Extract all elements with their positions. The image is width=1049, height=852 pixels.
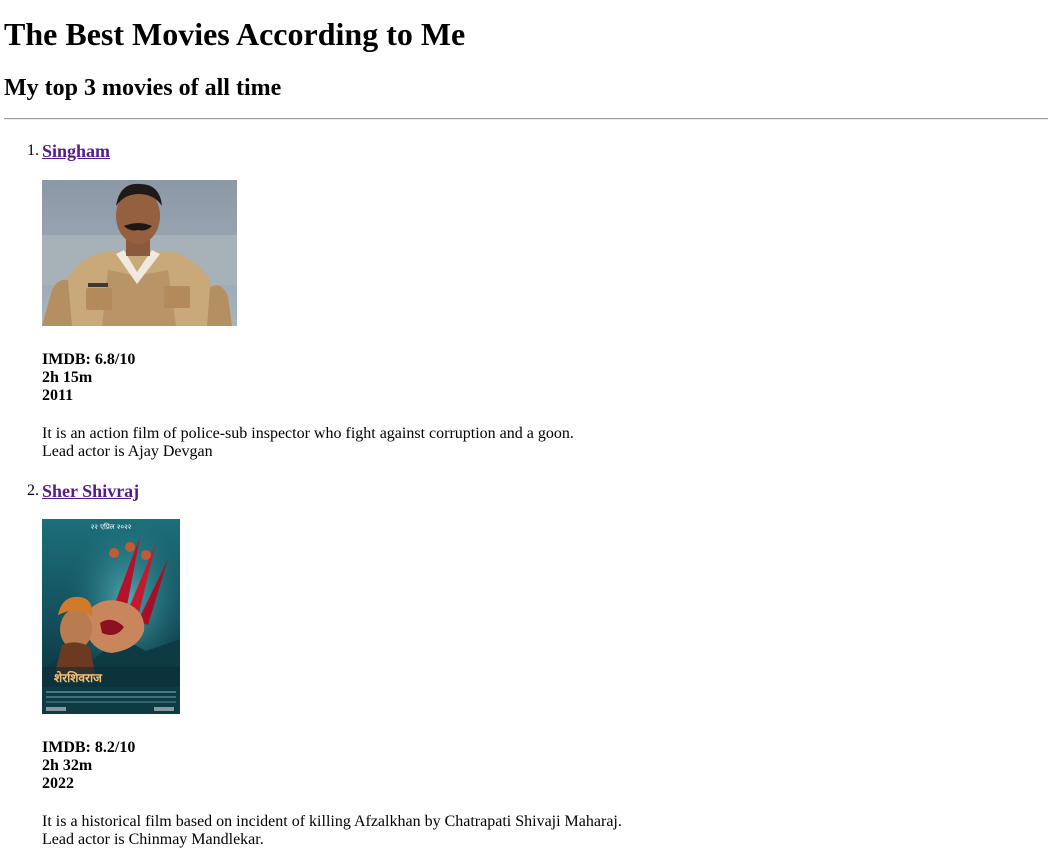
list-number: 1. bbox=[27, 142, 39, 159]
movie-year: 2011 bbox=[42, 387, 74, 404]
movie-imdb-rating: IMDB: 8.2/10 bbox=[42, 739, 136, 756]
movie-description: It is a historical film based on inciden… bbox=[42, 813, 622, 830]
divider bbox=[4, 118, 1048, 120]
movie-poster-sher-shivraj: २२ एप्रिल २०२२ शेरशिवराज bbox=[42, 519, 180, 714]
page: The Best Movies According to Me My top 3… bbox=[0, 0, 1049, 852]
movie-lead-actor: Lead actor is Chinmay Mandlekar. bbox=[42, 831, 264, 848]
movie-title-link-singham[interactable]: Singham bbox=[42, 140, 110, 162]
movie-imdb-rating: IMDB: 6.8/10 bbox=[42, 351, 136, 368]
movie-duration: 2h 32m bbox=[42, 757, 93, 774]
movie-image-singham bbox=[42, 180, 237, 326]
movie-title-link-sher-shivraj[interactable]: Sher Shivraj bbox=[42, 480, 139, 502]
movie-lead-actor: Lead actor is Ajay Devgan bbox=[42, 443, 213, 460]
page-title: The Best Movies According to Me bbox=[4, 16, 466, 52]
sher-shivraj-poster-image: २२ एप्रिल २०२२ शेरशिवराज bbox=[42, 519, 180, 714]
movie-description: It is an action film of police-sub inspe… bbox=[42, 425, 574, 442]
movie-duration: 2h 15m bbox=[42, 369, 93, 386]
poster-date-text: २२ एप्रिल २०२२ bbox=[91, 522, 132, 531]
poster-title-text: शेरशिवराज bbox=[54, 671, 103, 685]
movie-year: 2022 bbox=[42, 775, 74, 792]
list-number: 2. bbox=[27, 482, 39, 499]
page-subtitle: My top 3 movies of all time bbox=[4, 75, 282, 101]
singham-still-image bbox=[42, 180, 237, 326]
